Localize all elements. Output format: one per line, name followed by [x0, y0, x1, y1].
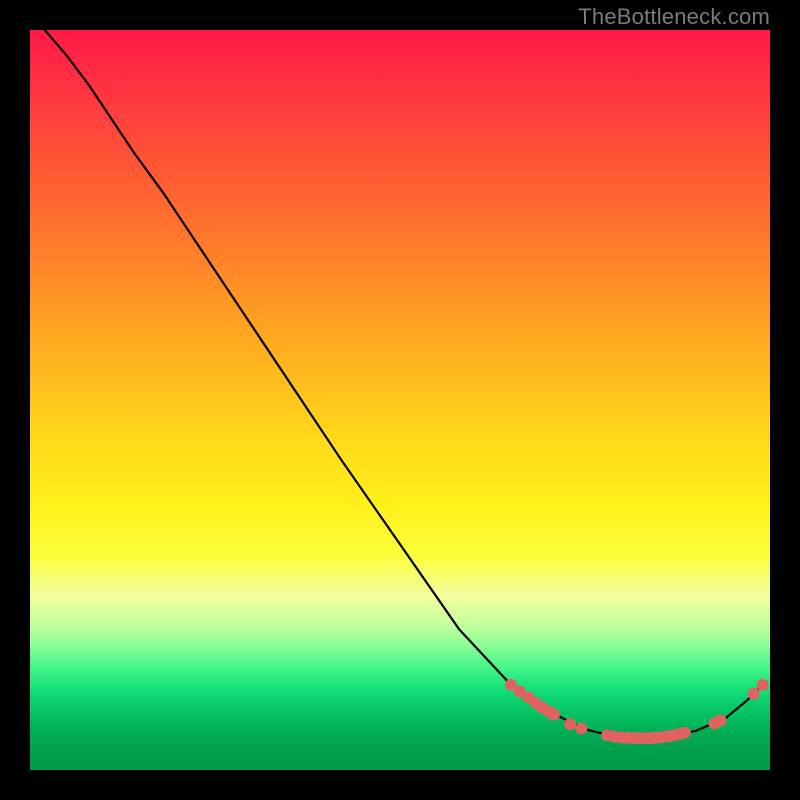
data-marker: [748, 688, 760, 700]
data-marker: [714, 714, 726, 726]
data-marker: [564, 718, 576, 730]
plot-area: [30, 30, 770, 770]
bottleneck-curve: [45, 30, 763, 738]
data-marker: [757, 679, 769, 691]
data-markers: [505, 679, 769, 744]
data-marker: [575, 723, 587, 735]
chart-stage: TheBottleneck.com: [0, 0, 800, 800]
watermark-text: TheBottleneck.com: [578, 4, 770, 30]
data-marker: [548, 709, 560, 721]
data-marker: [679, 727, 691, 739]
chart-svg-layer: [30, 30, 770, 770]
